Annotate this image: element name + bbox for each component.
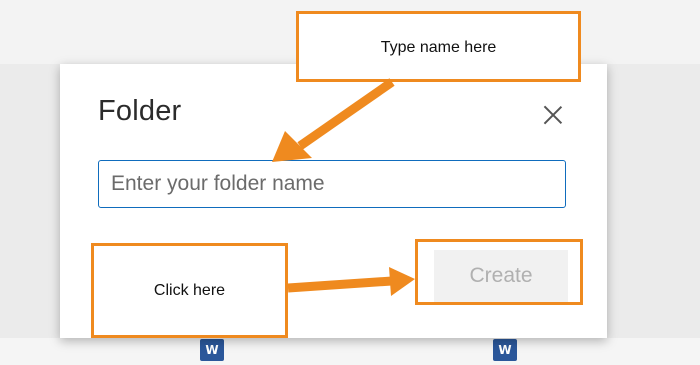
close-icon[interactable]: [538, 100, 568, 130]
callout-type-name: Type name here: [296, 11, 581, 82]
folder-name-input[interactable]: [98, 160, 566, 208]
word-file-icon[interactable]: W: [200, 339, 224, 361]
word-file-icon[interactable]: W: [493, 339, 517, 361]
dialog-title: Folder: [98, 95, 182, 127]
screen: W W Folder Create Type name here Click h…: [0, 0, 700, 365]
create-highlight-box: [415, 239, 583, 305]
background-file-strip: [0, 338, 700, 365]
callout-click-here: Click here: [91, 243, 288, 338]
